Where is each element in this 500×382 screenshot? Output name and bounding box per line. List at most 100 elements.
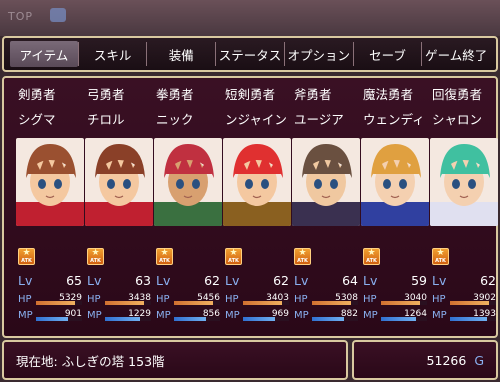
member-hp-row: HP 5308: [292, 292, 360, 306]
member-class: 拳勇者: [156, 87, 194, 102]
hp-value: 5308: [335, 293, 358, 303]
mp-bar: [174, 317, 206, 321]
atk-buff-icon: ★ ATK: [363, 248, 380, 265]
mp-label: MP: [225, 309, 240, 321]
level-label: Lv: [225, 272, 240, 288]
party-member-0[interactable]: 剣勇者 シグマ ★ ATK Lv 65 HP 5329 MP 901: [16, 86, 84, 334]
party-member-3[interactable]: 短剣勇者 ンジャイン ★ ATK Lv 62 HP 3403 MP 969: [223, 86, 291, 334]
member-name: チロル: [87, 112, 125, 127]
background-icon: [50, 8, 66, 22]
hp-value: 5329: [59, 293, 82, 303]
mp-value: 1393: [473, 309, 496, 319]
location-panel: 現在地: ふしぎの塔 153階: [2, 340, 348, 380]
gold-panel: 51266 G: [352, 340, 498, 380]
mp-label: MP: [432, 309, 447, 321]
member-level-row: Lv 65: [16, 272, 84, 288]
party-member-2[interactable]: 拳勇者 ニック ★ ATK Lv 62 HP 5456 MP 856: [154, 86, 222, 334]
member-level-row: Lv 62: [430, 272, 498, 288]
member-level-row: Lv 62: [223, 272, 291, 288]
mp-value: 1229: [128, 309, 151, 319]
level-label: Lv: [18, 272, 33, 288]
menu-item-2[interactable]: 装備: [147, 41, 215, 67]
level-label: Lv: [294, 272, 309, 288]
member-hp-row: HP 5456: [154, 292, 222, 306]
member-name: ンジャイン: [225, 112, 287, 127]
mp-value: 882: [340, 309, 358, 319]
member-level-row: Lv 59: [361, 272, 429, 288]
gold-amount: 51266: [426, 352, 467, 368]
member-mp-row: MP 1264: [361, 308, 429, 322]
level-value: 65: [66, 272, 82, 288]
atk-buff-icon: ★ ATK: [225, 248, 242, 265]
member-portrait: [430, 138, 498, 226]
hp-value: 3902: [473, 293, 496, 303]
member-class: 斧勇者: [294, 87, 332, 102]
member-name: ユージア: [294, 112, 344, 127]
member-class: 魔法勇者: [363, 87, 414, 102]
mp-value: 1264: [404, 309, 427, 319]
background-top-label: TOP: [8, 10, 34, 23]
member-class: 回復勇者: [432, 87, 483, 102]
mp-label: MP: [294, 309, 309, 321]
member-mp-row: MP 856: [154, 308, 222, 322]
level-value: 62: [204, 272, 220, 288]
member-name: ニック: [156, 112, 194, 127]
mp-bar: [243, 317, 275, 321]
mp-value: 856: [202, 309, 220, 319]
hp-value: 5456: [197, 293, 220, 303]
menu-item-1[interactable]: スキル: [79, 41, 147, 67]
member-portrait: [85, 138, 153, 226]
member-level-row: Lv 64: [292, 272, 360, 288]
member-hp-row: HP 3040: [361, 292, 429, 306]
mp-bar: [312, 317, 344, 321]
background-scene: TOP: [0, 0, 500, 36]
menu-item-4[interactable]: オプション: [285, 41, 353, 67]
hp-value: 3040: [404, 293, 427, 303]
hp-label: HP: [294, 293, 308, 305]
atk-buff-icon: ★ ATK: [18, 248, 35, 265]
hp-label: HP: [432, 293, 446, 305]
party-member-6[interactable]: 回復勇者 シャロン ★ ATK Lv 62 HP 3902 MP 1393: [430, 86, 498, 334]
member-mp-row: MP 969: [223, 308, 291, 322]
mp-label: MP: [156, 309, 171, 321]
level-value: 64: [342, 272, 358, 288]
member-class: 剣勇者: [18, 87, 56, 102]
atk-buff-icon: ★ ATK: [156, 248, 173, 265]
member-class: 短剣勇者: [225, 87, 276, 102]
member-mp-row: MP 901: [16, 308, 84, 322]
member-class: 弓勇者: [87, 87, 125, 102]
member-hp-row: HP 3902: [430, 292, 498, 306]
level-label: Lv: [363, 272, 378, 288]
atk-buff-icon: ★ ATK: [87, 248, 104, 265]
member-mp-row: MP 1229: [85, 308, 153, 322]
menu-item-6[interactable]: ゲーム終了: [422, 41, 490, 67]
menu-item-3[interactable]: ステータス: [216, 41, 284, 67]
member-level-row: Lv 62: [154, 272, 222, 288]
member-mp-row: MP 882: [292, 308, 360, 322]
party-member-4[interactable]: 斧勇者 ユージア ★ ATK Lv 64 HP 5308 MP 882: [292, 86, 360, 334]
party-member-1[interactable]: 弓勇者 チロル ★ ATK Lv 63 HP 3438 MP 1229: [85, 86, 153, 334]
menu-item-0[interactable]: アイテム: [10, 41, 78, 67]
member-portrait: [361, 138, 429, 226]
member-hp-row: HP 5329: [16, 292, 84, 306]
party-panel: 剣勇者 シグマ ★ ATK Lv 65 HP 5329 MP 901 弓勇者 チ…: [2, 76, 498, 338]
hp-value: 3438: [128, 293, 151, 303]
member-hp-row: HP 3403: [223, 292, 291, 306]
location-text: 現在地: ふしぎの塔 153階: [16, 353, 165, 369]
party-member-5[interactable]: 魔法勇者 ウェンディ ★ ATK Lv 59 HP 3040 MP 1264: [361, 86, 429, 334]
member-name: ウェンディ: [363, 112, 425, 127]
mp-label: MP: [18, 309, 33, 321]
level-value: 62: [480, 272, 496, 288]
mp-value: 969: [271, 309, 289, 319]
atk-buff-icon: ★ ATK: [432, 248, 449, 265]
hp-label: HP: [225, 293, 239, 305]
member-name: シグマ: [18, 112, 56, 127]
level-label: Lv: [156, 272, 171, 288]
menu-item-5[interactable]: セーブ: [354, 41, 422, 67]
member-hp-row: HP 3438: [85, 292, 153, 306]
member-level-row: Lv 63: [85, 272, 153, 288]
level-value: 59: [411, 272, 427, 288]
level-value: 63: [135, 272, 151, 288]
member-portrait: [292, 138, 360, 226]
level-value: 62: [273, 272, 289, 288]
